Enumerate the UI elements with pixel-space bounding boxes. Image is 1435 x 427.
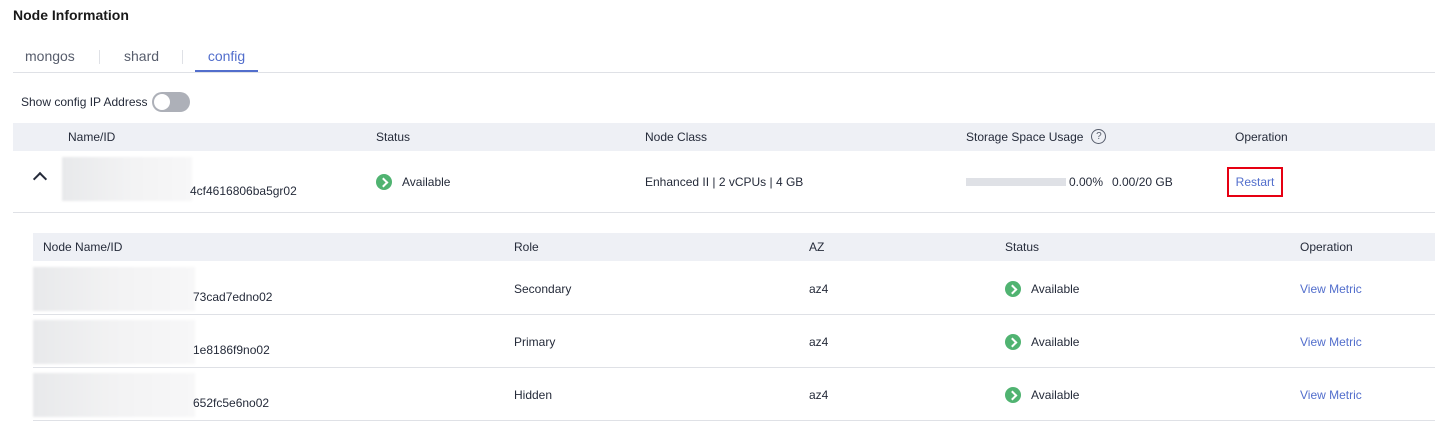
node-role: Hidden <box>514 388 553 402</box>
redacted-name <box>62 157 192 201</box>
column-header-node-class: Node Class <box>645 130 708 144</box>
status-ok-icon <box>1005 281 1021 297</box>
column-header-az: AZ <box>809 240 825 254</box>
storage-progress-bar <box>966 178 1066 186</box>
tab-shard[interactable]: shard <box>124 44 159 72</box>
column-header-node-operation: Operation <box>1300 240 1353 254</box>
redacted-name <box>33 267 195 311</box>
status-text: Available <box>1031 335 1080 350</box>
chevron-up-icon[interactable] <box>32 171 48 187</box>
column-header-status: Status <box>376 130 411 144</box>
status-text: Available <box>1031 388 1080 403</box>
node-id: 1e8186f9no02 <box>193 343 270 357</box>
help-icon[interactable]: ? <box>1091 129 1107 145</box>
view-metric-link[interactable]: View Metric <box>1300 388 1362 402</box>
node-status: Available <box>1005 387 1080 404</box>
column-header-role: Role <box>514 240 539 254</box>
node-az: az4 <box>809 335 829 349</box>
view-metric-link[interactable]: View Metric <box>1300 335 1362 349</box>
tab-mongos[interactable]: mongos <box>25 44 75 72</box>
tab-bar: mongos shard config <box>13 44 1435 73</box>
status-text: Available <box>402 175 451 190</box>
redacted-name <box>33 373 195 417</box>
toggle-knob <box>153 94 170 110</box>
node-role: Secondary <box>514 282 572 296</box>
table-row: 1e8186f9no02 Primary az4 Available View … <box>33 315 1435 368</box>
status-ok-icon <box>1005 334 1021 350</box>
tab-divider <box>99 50 100 64</box>
status-cell: Available <box>376 174 451 191</box>
table-row: 4cf4616806ba5gr02 Available Enhanced II … <box>13 151 1435 213</box>
restart-button[interactable]: Restart <box>1227 167 1283 197</box>
view-metric-link[interactable]: View Metric <box>1300 282 1362 296</box>
node-table-header: Node Name/ID Role AZ Status Operation <box>33 233 1435 261</box>
column-header-storage: Storage Space Usage? <box>966 123 1107 151</box>
node-id: 73cad7edno02 <box>193 290 273 304</box>
status-ok-icon <box>376 174 392 190</box>
toggle-label: Show config IP Address <box>21 95 148 109</box>
node-status: Available <box>1005 281 1080 298</box>
node-class: Enhanced II | 2 vCPUs | 4 GB <box>645 175 804 189</box>
ip-address-toggle-row: Show config IP Address <box>21 92 190 112</box>
table-row: 652fc5e6no02 Hidden az4 Available View M… <box>33 368 1435 421</box>
node-role: Primary <box>514 335 556 349</box>
column-header-node-name: Node Name/ID <box>43 240 123 254</box>
column-header-storage-label: Storage Space Usage <box>966 130 1084 144</box>
column-header-operation: Operation <box>1235 130 1288 144</box>
storage-percent: 0.00% <box>1069 175 1104 189</box>
storage-usage: 0.00/20 GB <box>1112 175 1173 189</box>
node-id: 652fc5e6no02 <box>193 396 270 410</box>
node-status: Available <box>1005 334 1080 351</box>
status-ok-icon <box>1005 387 1021 403</box>
status-text: Available <box>1031 282 1080 297</box>
group-id: 4cf4616806ba5gr02 <box>190 184 297 198</box>
show-ip-toggle[interactable] <box>151 92 190 112</box>
section-title: Node Information <box>13 7 129 23</box>
column-header-node-status: Status <box>1005 240 1040 254</box>
node-az: az4 <box>809 282 829 296</box>
tab-divider <box>182 50 183 64</box>
column-header-name: Name/ID <box>68 130 116 144</box>
group-table-header: Name/ID Status Node Class Storage Space … <box>13 123 1435 151</box>
node-az: az4 <box>809 388 829 402</box>
table-row: 73cad7edno02 Secondary az4 Available Vie… <box>33 262 1435 315</box>
tab-config[interactable]: config <box>195 44 258 72</box>
redacted-name <box>33 320 195 364</box>
